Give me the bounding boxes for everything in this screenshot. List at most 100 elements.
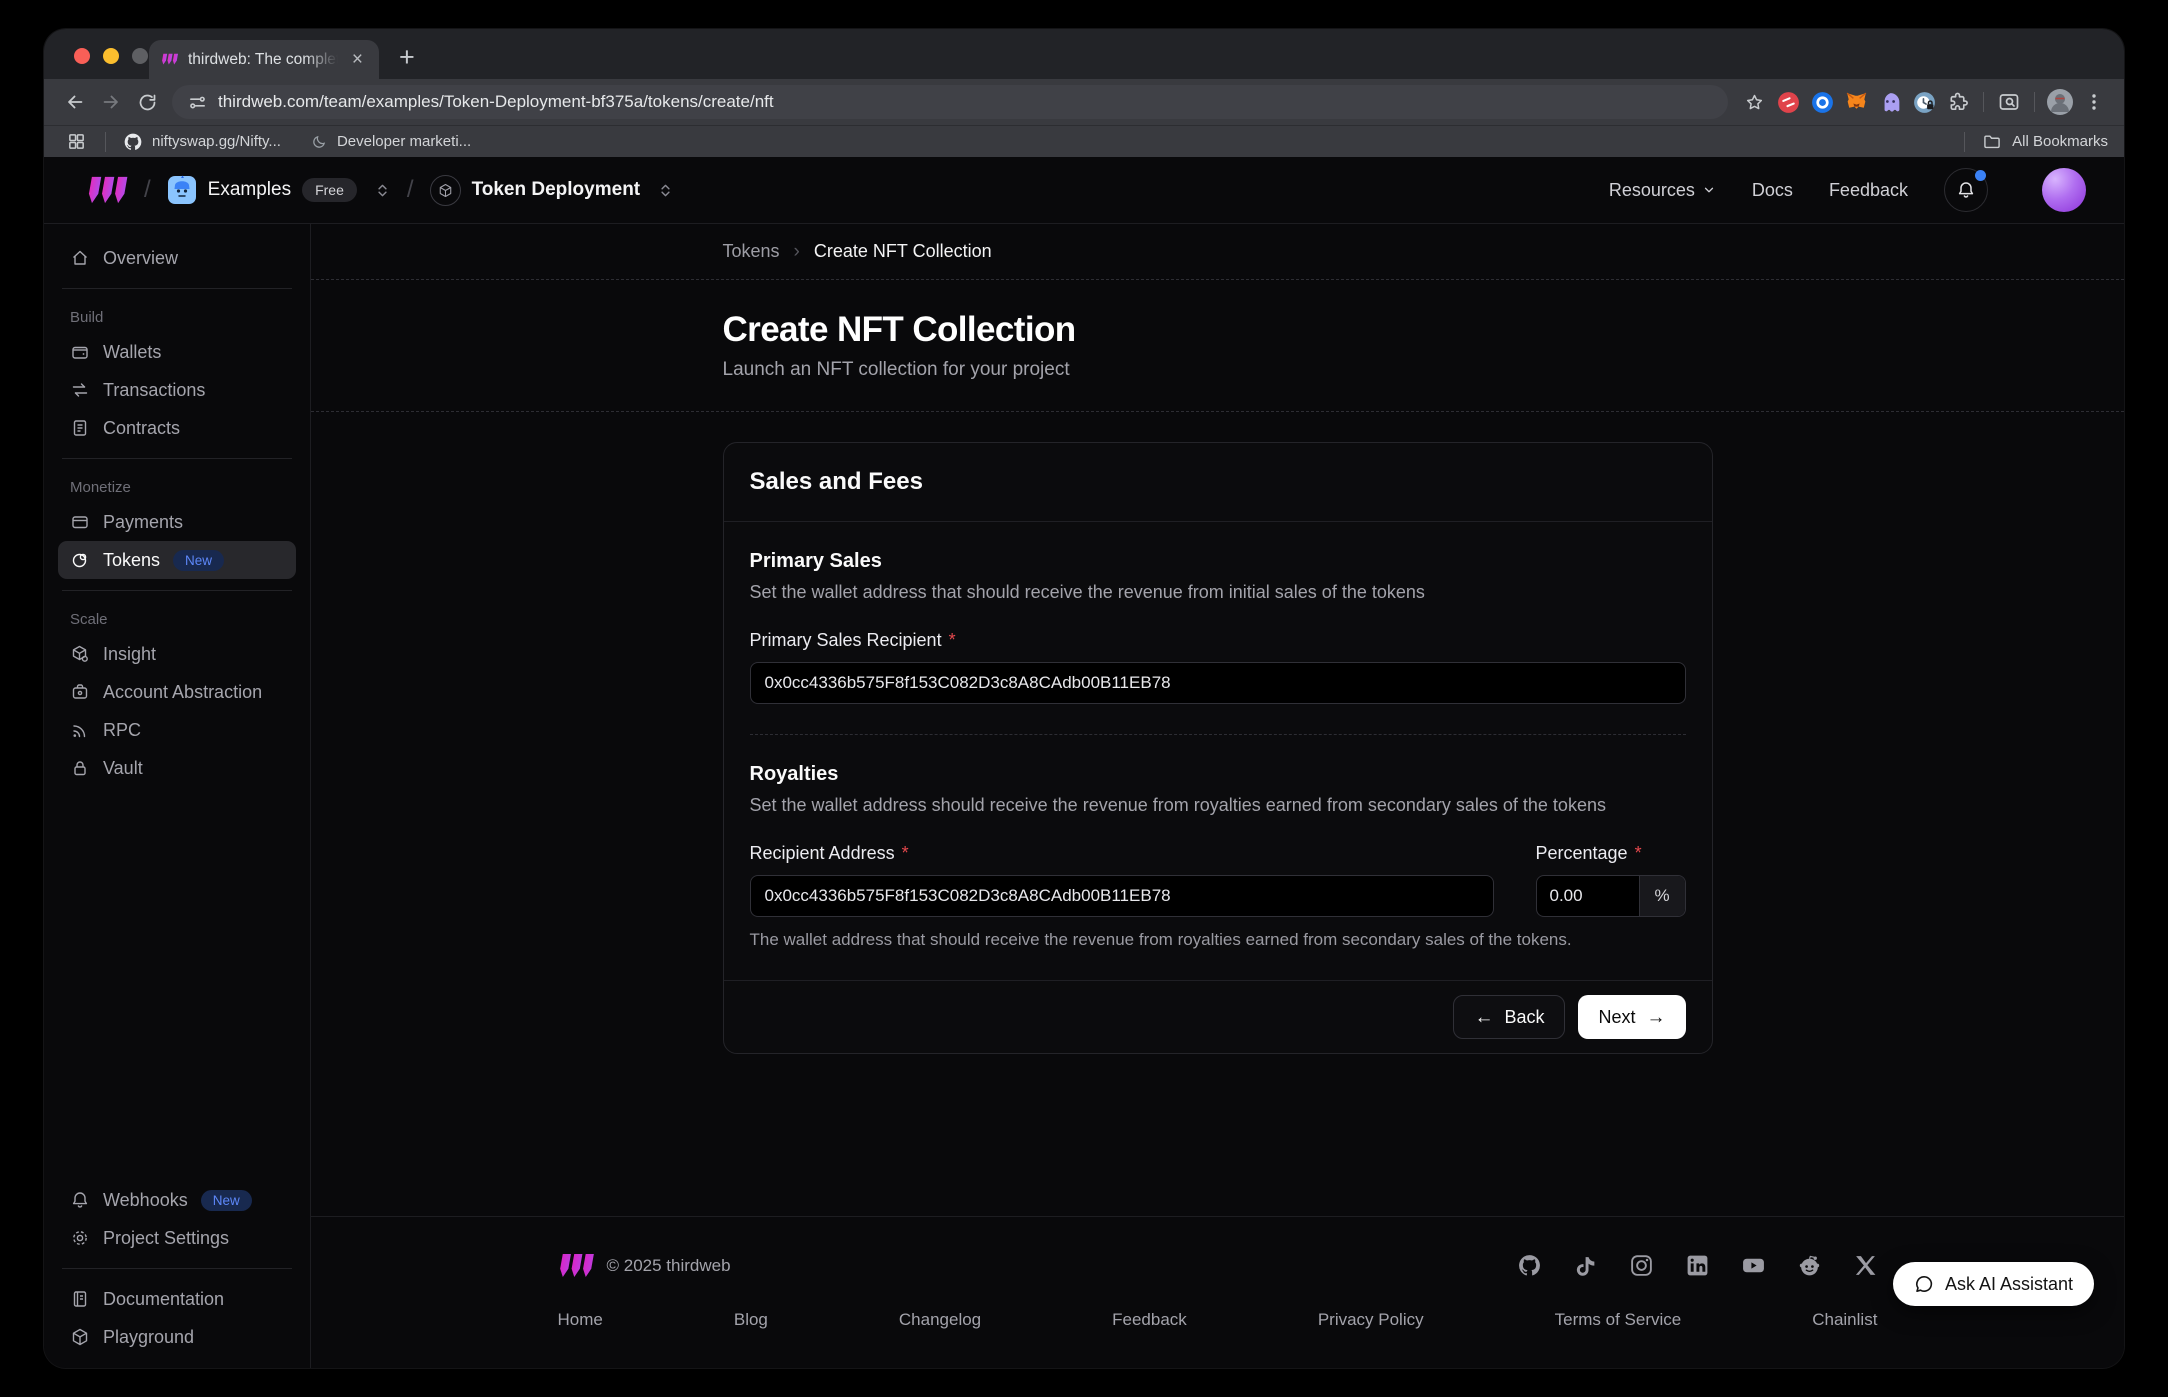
notifications-button[interactable] [1944,168,1988,212]
bookmark-star-icon[interactable] [1738,86,1770,118]
new-tab-button[interactable]: + [399,44,415,71]
sidebar-item-account-abstraction[interactable]: Account Abstraction [58,673,296,711]
github-icon[interactable] [1517,1253,1542,1278]
site-settings-icon[interactable] [188,93,207,112]
breadcrumb-tokens[interactable]: Tokens [723,241,780,262]
instagram-icon[interactable] [1629,1253,1654,1278]
traffic-lights [74,48,148,64]
apps-grid-icon[interactable] [60,126,92,158]
all-bookmarks-button[interactable]: All Bookmarks [2012,133,2108,150]
sidebar-item-rpc[interactable]: RPC [58,711,296,749]
sidebar-item-transactions[interactable]: Transactions [58,371,296,409]
ai-assistant-label: Ask AI Assistant [1945,1274,2073,1295]
browser-tab[interactable]: thirdweb: The complete web3 × [149,40,379,79]
sidebar-item-wallets[interactable]: Wallets [58,333,296,371]
forward-button[interactable] [94,85,128,119]
tab-close-button[interactable]: × [348,48,367,71]
url-text[interactable]: thirdweb.com/team/examples/Token-Deploym… [218,92,774,112]
feedback-link[interactable]: Feedback [1829,180,1908,201]
sidebar-label: Account Abstraction [103,682,262,703]
minimize-window-button[interactable] [103,48,119,64]
user-avatar[interactable] [2042,168,2086,212]
sidebar-item-vault[interactable]: Vault [58,749,296,787]
page-content: / Examples Free / Token Deployment Resou… [44,157,2124,1368]
sidebar-item-documentation[interactable]: Documentation [58,1280,296,1318]
zoom-window-button[interactable] [132,48,148,64]
plan-badge: Free [302,178,357,202]
bookmark-niftyswap[interactable]: niftyswap.gg/Nifty... [123,132,281,152]
profile-avatar[interactable] [2044,86,2076,118]
reload-button[interactable] [130,85,164,119]
sidebar-divider [62,458,292,459]
footer-link-changelog[interactable]: Changelog [899,1310,981,1330]
footer-link-home[interactable]: Home [558,1310,603,1330]
percent-suffix: % [1639,876,1685,916]
royalties-description: Set the wallet address should receive th… [750,795,1686,816]
sidebar-label: Contracts [103,418,180,439]
youtube-icon[interactable] [1741,1253,1766,1278]
footer-link-terms-of-service[interactable]: Terms of Service [1555,1310,1682,1330]
next-button[interactable]: Next → [1578,995,1685,1039]
sidebar-item-project-settings[interactable]: Project Settings [58,1219,296,1257]
session-timer-icon[interactable] [1908,86,1940,118]
ask-ai-assistant-button[interactable]: Ask AI Assistant [1893,1262,2094,1306]
sidebar-divider [62,1268,292,1269]
primary-sales-description: Set the wallet address that should recei… [750,582,1686,603]
transactions-icon [70,380,90,400]
bookmark-developer-marketing[interactable]: Developer marketi... [311,133,471,150]
sidebar-label: Wallets [103,342,161,363]
thirdweb-logo[interactable] [86,176,128,204]
metamask-icon[interactable] [1840,86,1872,118]
card-title: Sales and Fees [750,468,1686,496]
chevrons-up-down-icon [657,182,674,199]
extensions-puzzle-icon[interactable] [1942,86,1974,118]
team-switcher[interactable]: Examples Free [167,175,391,205]
resources-menu[interactable]: Resources [1609,180,1716,201]
royalties-heading: Royalties [750,763,1686,786]
sidebar-item-contracts[interactable]: Contracts [58,409,296,447]
project-name: Token Deployment [472,179,641,201]
primary-sales-recipient-input[interactable] [750,662,1686,704]
extension-red-icon[interactable] [1772,86,1804,118]
footer-link-feedback[interactable]: Feedback [1112,1310,1187,1330]
sidebar-label: Overview [103,248,178,269]
footer-link-chainlist[interactable]: Chainlist [1812,1310,1877,1330]
sidebar-item-tokens[interactable]: Tokens New [58,541,296,579]
browser-menu-icon[interactable] [2078,86,2110,118]
tab-search-icon[interactable] [1993,86,2025,118]
url-bar[interactable]: thirdweb.com/team/examples/Token-Deploym… [172,85,1728,119]
sidebar-item-payments[interactable]: Payments [58,503,296,541]
sidebar-item-webhooks[interactable]: Webhooks New [58,1181,296,1219]
royalty-help-text: The wallet address that should receive t… [750,930,1686,950]
lock-icon [70,758,90,778]
tab-strip: thirdweb: The complete web3 × + [44,29,2124,79]
back-button-form[interactable]: ← Back [1453,995,1565,1039]
breadcrumb-separator: › [794,241,800,263]
reddit-icon[interactable] [1797,1253,1822,1278]
royalty-recipient-input[interactable] [750,875,1494,917]
percentage-label: Percentage [1536,843,1628,864]
tiktok-icon[interactable] [1573,1253,1598,1278]
card-footer: ← Back Next → [724,980,1712,1053]
linkedin-icon[interactable] [1685,1253,1710,1278]
footer-link-blog[interactable]: Blog [734,1310,768,1330]
close-window-button[interactable] [74,48,90,64]
footer-link-privacy-policy[interactable]: Privacy Policy [1318,1310,1424,1330]
sidebar-item-playground[interactable]: Playground [58,1318,296,1356]
tab-title: thirdweb: The complete web3 [188,51,338,69]
breadcrumb-bar: Tokens › Create NFT Collection [311,224,2124,280]
sidebar-item-overview[interactable]: Overview [58,239,296,277]
playground-cube-icon [70,1327,90,1347]
x-icon[interactable] [1853,1253,1878,1278]
extension-blue-icon[interactable] [1806,86,1838,118]
resources-label: Resources [1609,180,1695,201]
sidebar-label: Project Settings [103,1228,229,1249]
percentage-input[interactable] [1537,876,1639,916]
breadcrumb: Tokens › Create NFT Collection [723,241,1713,263]
project-switcher[interactable]: Token Deployment [430,175,675,206]
docs-link[interactable]: Docs [1752,180,1793,201]
phantom-icon[interactable] [1874,86,1906,118]
back-button[interactable] [58,85,92,119]
sidebar-item-insight[interactable]: Insight [58,635,296,673]
bookmarks-bar: niftyswap.gg/Nifty... Developer marketi.… [44,125,2124,157]
